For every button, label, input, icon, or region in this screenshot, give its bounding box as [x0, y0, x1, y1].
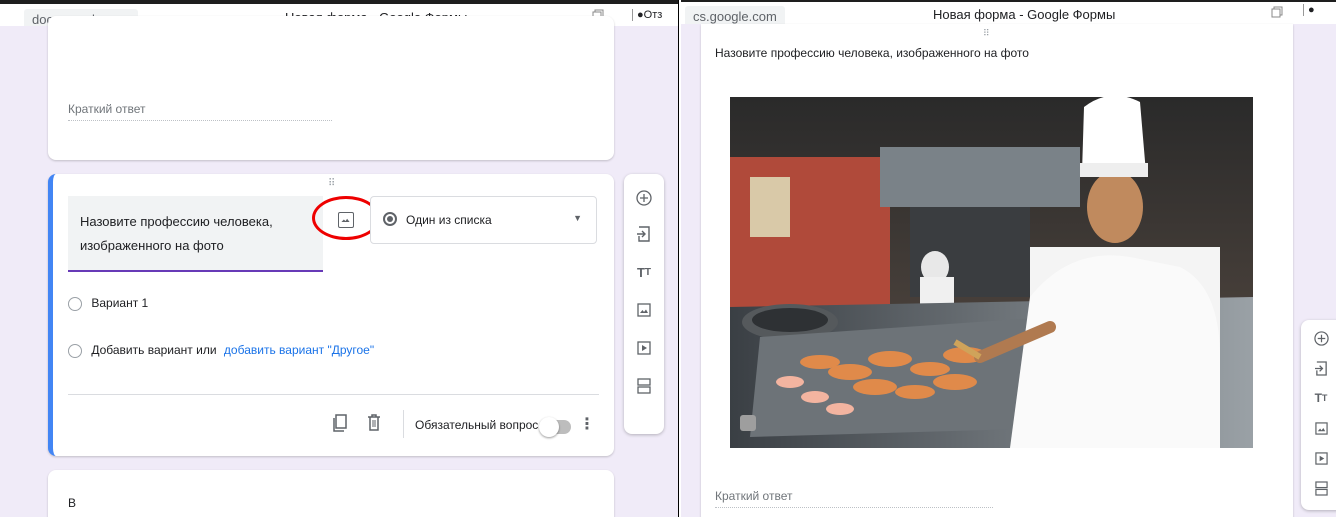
copy-icon[interactable]	[332, 414, 348, 432]
add-option-row[interactable]: Добавить вариант или добавить вариант "Д…	[68, 343, 374, 358]
title-icon[interactable]: TT	[634, 262, 654, 282]
video-icon[interactable]	[1311, 448, 1331, 468]
add-other-link[interactable]: добавить вариант "Другое"	[224, 343, 374, 357]
feedback-button[interactable]: ●	[1303, 4, 1315, 16]
question-card[interactable]: ⠿ Назовите профессию человека, изображен…	[701, 24, 1293, 517]
radio-circle	[68, 296, 82, 311]
required-toggle[interactable]	[539, 417, 571, 437]
question-card-next[interactable]: В	[48, 470, 614, 517]
title-icon[interactable]: TT	[1311, 388, 1331, 408]
radio-type-icon	[383, 212, 397, 226]
short-answer-field: Краткий ответ	[68, 102, 332, 121]
option-row[interactable]: Вариант 1	[68, 296, 148, 311]
form-canvas: Краткий ответ ⠿ Назовите профессию челов…	[0, 16, 678, 517]
vertical-divider	[403, 410, 404, 438]
add-question-icon[interactable]	[1311, 328, 1331, 348]
floating-toolbar: TT	[1301, 320, 1336, 510]
drag-handle-icon[interactable]: ⠿	[983, 28, 990, 39]
right-screenshot: cs.google.com Новая форма - Google Формы…	[681, 0, 1336, 517]
required-label: Обязательный вопрос	[415, 418, 539, 432]
page-title: Новая форма - Google Формы	[933, 7, 1116, 22]
image-icon[interactable]	[1311, 418, 1331, 438]
dropdown-arrow-icon: ▼	[573, 213, 582, 223]
video-icon[interactable]	[634, 338, 654, 358]
browser-topbar: cs.google.com Новая форма - Google Формы…	[681, 0, 1336, 27]
form-canvas: ⠿ Назовите профессию человека, изображен…	[681, 24, 1336, 517]
add-option-link[interactable]: Добавить вариант	[91, 343, 192, 357]
bookmark-icon	[740, 415, 756, 431]
import-icon[interactable]	[1311, 358, 1331, 378]
question-card-previous[interactable]: Краткий ответ	[48, 16, 614, 160]
question-title: Назовите профессию человека, изображенно…	[715, 46, 1029, 60]
short-answer-field: Краткий ответ	[715, 489, 993, 508]
question-card-active[interactable]: ⠿ Назовите профессию человека, изображен…	[48, 174, 614, 456]
import-icon[interactable]	[634, 224, 654, 244]
image-icon[interactable]	[634, 300, 654, 320]
feedback-button[interactable]: ●Отз	[632, 9, 662, 21]
radio-circle	[68, 343, 82, 358]
section-icon[interactable]	[634, 376, 654, 396]
more-icon[interactable]: ⋮	[579, 414, 595, 434]
chef-photo	[730, 97, 1253, 448]
section-icon[interactable]	[1311, 478, 1331, 498]
question-type-select[interactable]: Один из списка ▼	[370, 196, 597, 244]
window-icon[interactable]	[1271, 6, 1283, 18]
question-title-input[interactable]: Назовите профессию человека, изображенно…	[68, 196, 323, 272]
delete-icon[interactable]	[367, 414, 381, 431]
divider	[68, 394, 599, 395]
drag-handle-icon[interactable]: ⠿	[328, 178, 336, 189]
left-screenshot: docs.google.com Новая форма - Google Фор…	[0, 0, 679, 517]
add-question-icon[interactable]	[634, 188, 654, 208]
floating-toolbar: TT	[624, 174, 664, 434]
